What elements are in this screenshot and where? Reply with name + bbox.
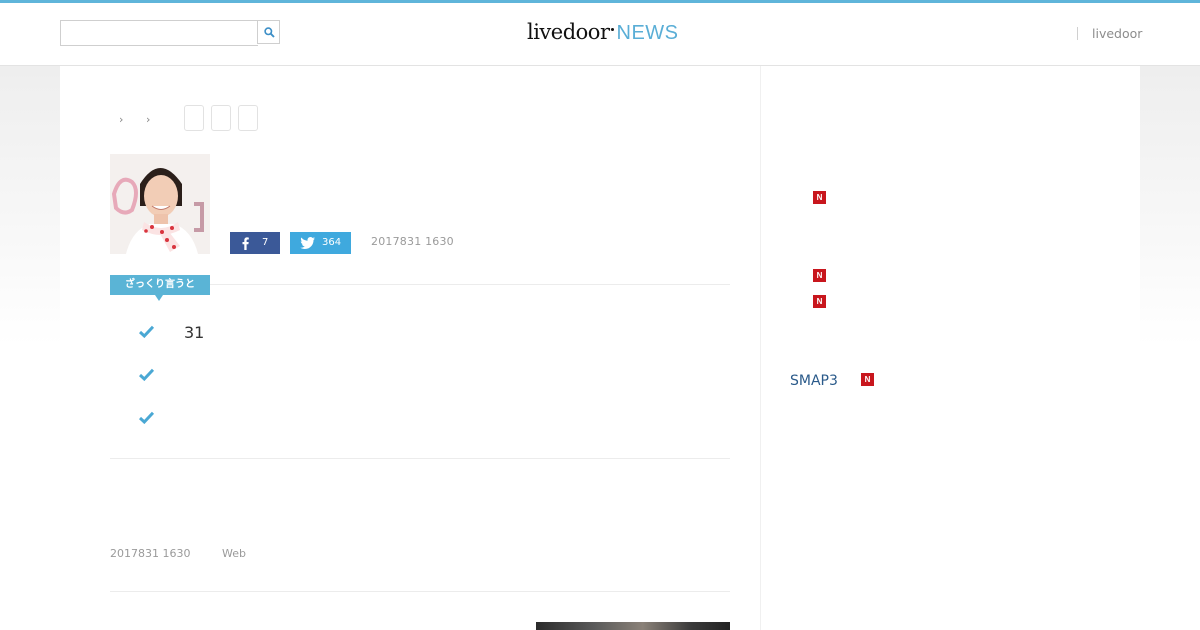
category-tag[interactable] <box>211 105 231 131</box>
site-header: livedoor NEWS livedoor <box>0 3 1200 66</box>
article-source[interactable]: Web <box>222 547 246 560</box>
new-badge: N <box>813 295 826 308</box>
category-tag[interactable] <box>238 105 258 131</box>
checkmark-icon <box>139 368 154 381</box>
breadcrumb-chevron-icon: › <box>146 113 151 126</box>
sidebar-article-link[interactable]: SMAP3 <box>790 373 838 389</box>
summary-point: 31 <box>184 323 205 342</box>
twitter-share-count: 364 <box>322 237 342 248</box>
new-badge: N <box>861 373 874 386</box>
new-badge: N <box>813 191 826 204</box>
related-article-image[interactable] <box>536 622 730 630</box>
summary-label: ざっくり言うと <box>110 275 210 295</box>
publish-date: 2017831 1630 <box>371 235 454 248</box>
article-date: 2017831 1630 <box>110 547 191 560</box>
breadcrumb-chevron-icon: › <box>119 113 124 126</box>
logo-news-text: NEWS <box>616 22 679 44</box>
summary-label-pointer <box>155 295 163 301</box>
twitter-icon <box>300 237 315 249</box>
facebook-icon <box>242 237 249 250</box>
search-icon <box>264 27 275 38</box>
logo-dot <box>610 28 614 31</box>
facebook-share-button[interactable]: 7 <box>230 232 280 254</box>
facebook-share-count: 7 <box>262 237 269 248</box>
divider <box>110 458 730 459</box>
site-logo[interactable]: livedoor NEWS <box>527 20 679 50</box>
checkmark-icon <box>139 325 154 338</box>
page: livedoor NEWS livedoor › › 7 364 2017831… <box>0 0 1200 630</box>
search-input[interactable] <box>60 20 258 46</box>
checkmark-icon <box>139 411 154 424</box>
new-badge: N <box>813 269 826 282</box>
article-thumbnail[interactable] <box>110 154 210 254</box>
article-photo <box>110 154 210 254</box>
livedoor-link[interactable]: livedoor <box>1092 26 1142 41</box>
header-divider <box>1077 27 1078 40</box>
category-tag[interactable] <box>184 105 204 131</box>
search-button[interactable] <box>257 20 280 44</box>
divider <box>110 591 730 592</box>
twitter-share-button[interactable]: 364 <box>290 232 351 254</box>
main-column <box>60 66 760 630</box>
search-form <box>60 20 282 46</box>
sidebar-column <box>761 66 1140 630</box>
logo-wordmark: livedoor <box>527 20 610 44</box>
